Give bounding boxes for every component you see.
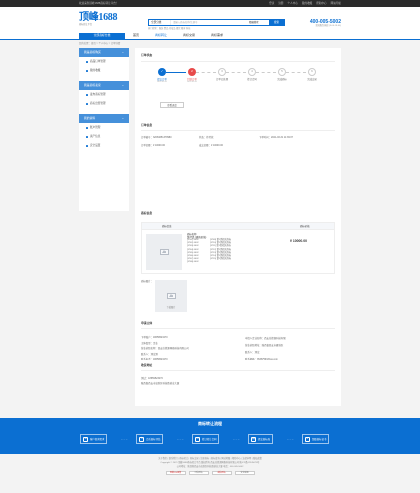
- nav-trademark-trade[interactable]: 商标交易: [175, 33, 203, 39]
- address-lines: 测试：18659523270 陕西省西安市高新区科技路创业大厦: [141, 377, 180, 385]
- order-number: 订单编号：32084651378980: [141, 136, 172, 139]
- trademark-info-title: 商标信息: [141, 211, 153, 215]
- process-step-certificate: ✔ 领取商标证书: [302, 434, 330, 444]
- badge-security[interactable]: 安全联盟: [234, 471, 255, 475]
- nav-home[interactable]: 首页: [125, 33, 147, 39]
- company-address: 公司地址：陕西省西安市高新区科技路创业大厦 电话：400-005-5002: [176, 466, 244, 468]
- step-processed: 3 订单已处理: [216, 68, 228, 81]
- sidebar-group-label: 我是商标购买: [84, 49, 101, 54]
- chevron-down-icon: ⌄: [121, 82, 124, 87]
- step-submit: ✓ 提交订单 2021-03-31: [156, 68, 168, 83]
- address-panel: 收货地址 测试：18659523270 陕西省西安市高新区科技路创业大厦: [135, 360, 341, 406]
- step-contract: 4 签订合同: [247, 68, 257, 81]
- logo-main-text: 顶峰1688: [79, 12, 118, 24]
- account-sidebar: 我是商标购买 ⌄ 商品订单管理 我的收藏 我是商标卖家 ⌄ 发布商标管理 商标出…: [79, 48, 129, 211]
- order-detail-panel: 订单状态 ✓ 提交订单 2021-03-31 2 付款订单 2021-03-31…: [135, 48, 341, 406]
- trademark-items-list-2: [3709] 第1类相关商标 [3710] 第1类相关商标 [3711] 第1类…: [210, 239, 232, 261]
- image-placeholder-icon: [159, 249, 169, 255]
- top-link-favorites[interactable]: 我的收藏: [302, 2, 312, 5]
- step-pay: 2 付款订单 2021-03-31: [186, 68, 198, 83]
- sidebar-item-account[interactable]: 账户管理: [79, 123, 129, 132]
- attachment-image[interactable]: 下载图片: [155, 280, 187, 312]
- divider: [141, 61, 335, 62]
- top-link-sitemap[interactable]: 网站导航: [331, 2, 341, 5]
- order-status-title: 订单状态: [141, 53, 153, 57]
- trademark-table: 商标信息 商标价格 商标名称 第37类 (建筑修缮) [3701] 0002 […: [141, 222, 335, 274]
- top-links: 登录 注册 个人中心 我的收藏 帮助中心 网站导航: [269, 2, 341, 5]
- search-area: 全部分类 请输入商标名称/注册号 精确搜索 搜索 热门搜索：服装 食品 化妆品 …: [148, 19, 285, 30]
- deal-amount: 成交金额：¥ 10000.00: [199, 144, 223, 147]
- badge-trusted[interactable]: 可信网站: [188, 471, 209, 475]
- table-header: 商标信息 商标价格: [142, 223, 334, 230]
- trust-badges: 网络110报警 可信网站 诚信网站 安全联盟: [0, 471, 420, 475]
- sidebar-group-label: 我的资料: [84, 115, 96, 120]
- top-bar: 欢迎来到顶峰1688商标转让平台！ 登录 注册 个人中心 我的收藏 帮助中心 网…: [0, 0, 420, 7]
- chevron-down-icon: ⌄: [121, 49, 124, 54]
- view-progress-button[interactable]: 查看进度: [160, 102, 184, 108]
- main-nav: 全部商标分类 首页 商标转让 商标交易 商标需求: [0, 33, 420, 40]
- transfer-process-banner: 商标转让流程 ☏ 客户咨询需求 - - - → ✎ 合适商标评估 - - - →…: [0, 418, 420, 454]
- document-icon: ▤: [251, 436, 256, 442]
- step-complete: 6 完成交易: [307, 68, 317, 81]
- sidebar-item-orders[interactable]: 商品订单管理: [79, 57, 129, 66]
- site-header: 顶峰1688 商标转让平台 全部分类 请输入商标名称/注册号 精确搜索 搜索 热…: [0, 7, 420, 33]
- search-category-select[interactable]: 全部分类: [149, 20, 171, 25]
- search-button[interactable]: 搜索: [269, 20, 284, 25]
- exact-search-checkbox[interactable]: 精确搜索: [249, 20, 269, 25]
- sidebar-item-favorites[interactable]: 我的收藏: [79, 66, 129, 75]
- nav-trademark-demand[interactable]: 商标需求: [203, 33, 231, 39]
- order-info-title: 订单信息: [141, 123, 153, 127]
- process-step-consult: ☏ 客户咨询需求: [80, 434, 108, 444]
- process-step-submit: ▤ 提交商标局: [248, 434, 273, 444]
- chevron-down-icon: ⌄: [121, 115, 124, 120]
- order-time: 下单时间：2021-03-31 11:39:07: [259, 136, 293, 139]
- nav-trademark-transfer[interactable]: 商标转让: [147, 33, 175, 39]
- process-step-contract: ✉ 签订转让合同: [192, 434, 220, 444]
- badge-police[interactable]: 网络110报警: [165, 471, 186, 475]
- hot-search: 热门搜索：服装 食品 化妆品 餐饮 教育 科技: [148, 27, 191, 30]
- applicant-right: 申请人企业名称：西安佳德源科技有限 营业执照地址：陕西省西安市雁塔区 联系人：测…: [245, 337, 286, 361]
- top-link-register[interactable]: 注册: [278, 2, 283, 5]
- order-state: 状态：待付款: [199, 136, 214, 139]
- sidebar-item-security[interactable]: 安全设置: [79, 141, 129, 150]
- sidebar-group-seller[interactable]: 我是商标卖家 ⌄: [79, 81, 129, 90]
- image-placeholder-icon: [166, 293, 176, 299]
- sidebar-group-profile[interactable]: 我的资料 ⌄: [79, 114, 129, 123]
- top-link-account[interactable]: 个人中心: [288, 2, 298, 5]
- attachment-label: 商标图片：: [141, 280, 153, 283]
- search-box: 全部分类 请输入商标名称/注册号 精确搜索 搜索: [148, 19, 285, 26]
- order-steps: ✓ 提交订单 2021-03-31 2 付款订单 2021-03-31 3 订单…: [150, 68, 330, 90]
- check-icon: ✔: [305, 436, 310, 442]
- welcome-text: 欢迎来到顶峰1688商标转让平台！: [79, 1, 119, 5]
- process-title: 商标转让流程: [198, 421, 222, 426]
- site-footer: 关于我们 | 联系我们 | 商标转让 | 商标交易 | 注册商标 | 商标查询 …: [0, 454, 420, 493]
- process-step-evaluate: ✎ 合适商标评估: [136, 434, 164, 444]
- address-title: 收货地址: [141, 363, 153, 367]
- order-amount: 订单金额：¥ 10000.00: [141, 144, 165, 147]
- sidebar-group-label: 我是商标卖家: [84, 82, 101, 87]
- breadcrumb: 您的位置：首页 > 个人中心 > 订单详情: [79, 42, 121, 45]
- trademark-items-list: [3701] 0002 [3702] 0002 [3703] 0002 [370…: [187, 239, 199, 264]
- trademark-price: ¥ 10000.00: [290, 239, 307, 243]
- mail-icon: ✉: [195, 436, 200, 442]
- phone-icon: ☏: [83, 436, 88, 442]
- sidebar-item-selling[interactable]: 商标出售管理: [79, 99, 129, 108]
- sidebar-item-publish[interactable]: 发布商标管理: [79, 90, 129, 99]
- logo-sub-text: 商标转让平台: [79, 24, 93, 27]
- search-input[interactable]: 请输入商标名称/注册号: [171, 20, 249, 25]
- top-link-login[interactable]: 登录: [269, 2, 274, 5]
- nav-all-categories[interactable]: 全部商标分类: [79, 33, 125, 39]
- sidebar-group-buyer[interactable]: 我是商标购买 ⌄: [79, 48, 129, 57]
- applicant-title: 申请主体: [141, 321, 153, 325]
- top-link-help[interactable]: 帮助中心: [316, 2, 326, 5]
- hotline-note: 全国服务热线 (9:00-18:00): [315, 25, 341, 28]
- edit-icon: ✎: [139, 436, 144, 442]
- step-trademark: 5 完成商标: [277, 68, 287, 81]
- sidebar-item-assets[interactable]: 资产信息: [79, 132, 129, 141]
- hotline: 400-005-5002 全国服务热线 (9:00-18:00): [310, 19, 341, 28]
- badge-integrity[interactable]: 诚信网站: [211, 471, 232, 475]
- site-logo[interactable]: 顶峰1688 商标转让平台: [79, 13, 123, 27]
- check-icon: ✓: [158, 68, 166, 76]
- trademark-image: [146, 234, 182, 270]
